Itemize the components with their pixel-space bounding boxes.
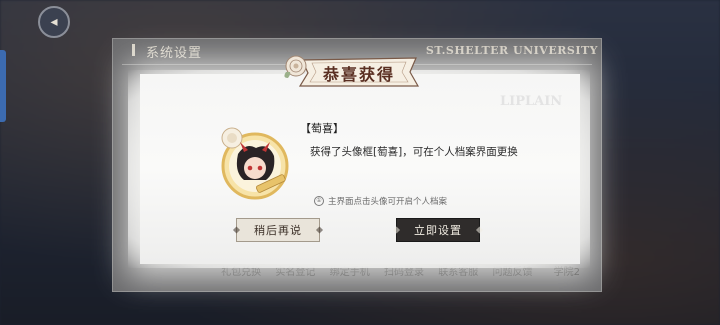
ghost-text: LIPLAIN [500,94,563,109]
dialog-title: 恭喜获得 [322,65,395,84]
hint-row: ① 主界面点击头像可开启个人档案 [314,195,447,207]
rose-icon [284,55,307,78]
item-name: 【萄喜】 [300,122,344,135]
settings-panel-title: 系统设置 [131,42,202,61]
title-ribbon: 恭喜获得 [296,54,422,90]
set-now-button-label: 立即设置 [414,224,462,237]
back-button[interactable]: ◂ [38,6,70,38]
info-circle-icon: ① [314,196,324,206]
later-button[interactable]: 稍后再说 [236,218,320,242]
back-arrow-icon: ◂ [50,14,58,30]
set-now-button[interactable]: 立即设置 [396,218,480,242]
side-tab[interactable] [0,50,6,122]
later-button-label: 稍后再说 [254,224,302,237]
avatar-frame-preview [221,127,289,200]
settings-panel-subtitle: ST.SHELTER UNIVERSITY [425,44,598,57]
item-description: 获得了头像框[萄喜]，可在个人档案界面更换 [310,146,518,158]
hint-text: 主界面点击头像可开启个人档案 [328,197,448,207]
